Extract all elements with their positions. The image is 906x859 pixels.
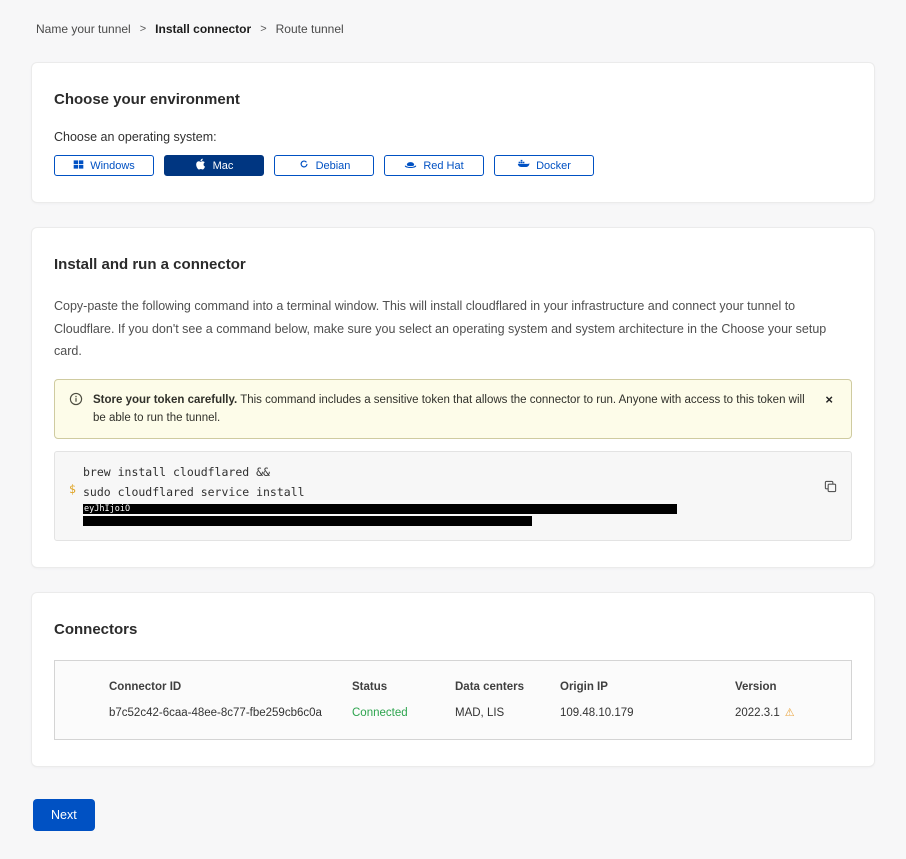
table-row: b7c52c42-6caa-48ee-8c77-fbe259cb6c0a Con… — [55, 699, 851, 739]
install-card: Install and run a connector Copy-paste t… — [31, 227, 875, 568]
cell-version: 2022.3.1 ⚠ — [735, 707, 835, 719]
copy-icon — [824, 481, 837, 496]
token-warning-alert: Store your token carefully. This command… — [54, 379, 852, 440]
token-warning-text: Store your token carefully. This command… — [93, 391, 811, 428]
token-line-1: eyJhIjoiO — [83, 504, 811, 514]
breadcrumb: Name your tunnel > Install connector > R… — [36, 22, 875, 36]
cell-data-centers: MAD, LIS — [455, 707, 560, 719]
code-lines: brew install cloudflared && sudo cloudfl… — [83, 462, 811, 526]
shell-prompt: $ — [69, 482, 83, 526]
os-button-docker[interactable]: Docker — [494, 155, 594, 176]
windows-icon — [73, 159, 84, 173]
col-header-connector-id: Connector ID — [109, 681, 352, 693]
os-button-debian[interactable]: Debian — [274, 155, 374, 176]
col-header-version: Version — [735, 681, 835, 693]
alert-close-button[interactable]: × — [821, 391, 837, 408]
cell-status: Connected — [352, 707, 455, 719]
table-header-row: Connector ID Status Data centers Origin … — [55, 661, 851, 699]
col-header-origin-ip: Origin IP — [560, 681, 735, 693]
environment-card: Choose your environment Choose an operat… — [31, 62, 875, 203]
os-button-mac[interactable]: Mac — [164, 155, 264, 176]
os-button-label: Windows — [90, 160, 135, 172]
breadcrumb-separator: > — [260, 23, 266, 35]
next-button[interactable]: Next — [33, 799, 95, 831]
token-redaction-bar — [83, 516, 532, 526]
info-icon — [69, 392, 83, 412]
cell-origin-ip: 109.48.10.179 — [560, 707, 735, 719]
install-card-title: Install and run a connector — [54, 256, 852, 273]
code-line-1: brew install cloudflared && — [83, 462, 811, 482]
connectors-card-title: Connectors — [54, 621, 852, 638]
connectors-table: Connector ID Status Data centers Origin … — [54, 660, 852, 740]
version-warning-icon: ⚠ — [785, 708, 795, 719]
breadcrumb-step-name-your-tunnel[interactable]: Name your tunnel — [36, 22, 131, 36]
redhat-icon — [404, 158, 417, 174]
os-button-row: Windows Mac Debian Red Hat — [54, 155, 852, 176]
code-line-2: sudo cloudflared service install — [83, 482, 811, 502]
connectors-card: Connectors Connector ID Status Data cent… — [31, 592, 875, 767]
token-prefix-text: eyJhIjoiO — [83, 504, 130, 514]
environment-card-title: Choose your environment — [54, 91, 852, 108]
breadcrumb-step-route-tunnel[interactable]: Route tunnel — [276, 22, 344, 36]
os-select-label: Choose an operating system: — [54, 130, 852, 144]
install-description: Copy-paste the following command into a … — [54, 295, 852, 363]
os-button-label: Mac — [213, 160, 234, 172]
cell-connector-id: b7c52c42-6caa-48ee-8c77-fbe259cb6c0a — [109, 707, 352, 719]
os-button-label: Red Hat — [423, 160, 463, 172]
os-button-redhat[interactable]: Red Hat — [384, 155, 484, 176]
docker-whale-icon — [517, 158, 530, 174]
breadcrumb-step-install-connector[interactable]: Install connector — [155, 22, 251, 36]
token-redaction-bar: eyJhIjoiO — [83, 504, 677, 514]
apple-icon — [195, 158, 207, 173]
token-line-2 — [83, 516, 811, 526]
breadcrumb-separator: > — [140, 23, 146, 35]
page: Name your tunnel > Install connector > R… — [0, 0, 906, 859]
os-button-windows[interactable]: Windows — [54, 155, 154, 176]
os-button-label: Debian — [316, 160, 351, 172]
col-header-data-centers: Data centers — [455, 681, 560, 693]
copy-command-button[interactable] — [822, 478, 839, 498]
col-header-status: Status — [352, 681, 455, 693]
os-button-label: Docker — [536, 160, 571, 172]
version-text: 2022.3.1 — [735, 707, 780, 719]
install-command-code-block: $ brew install cloudflared && sudo cloud… — [54, 451, 852, 541]
debian-icon — [298, 158, 310, 173]
token-warning-title: Store your token carefully. — [93, 394, 237, 406]
